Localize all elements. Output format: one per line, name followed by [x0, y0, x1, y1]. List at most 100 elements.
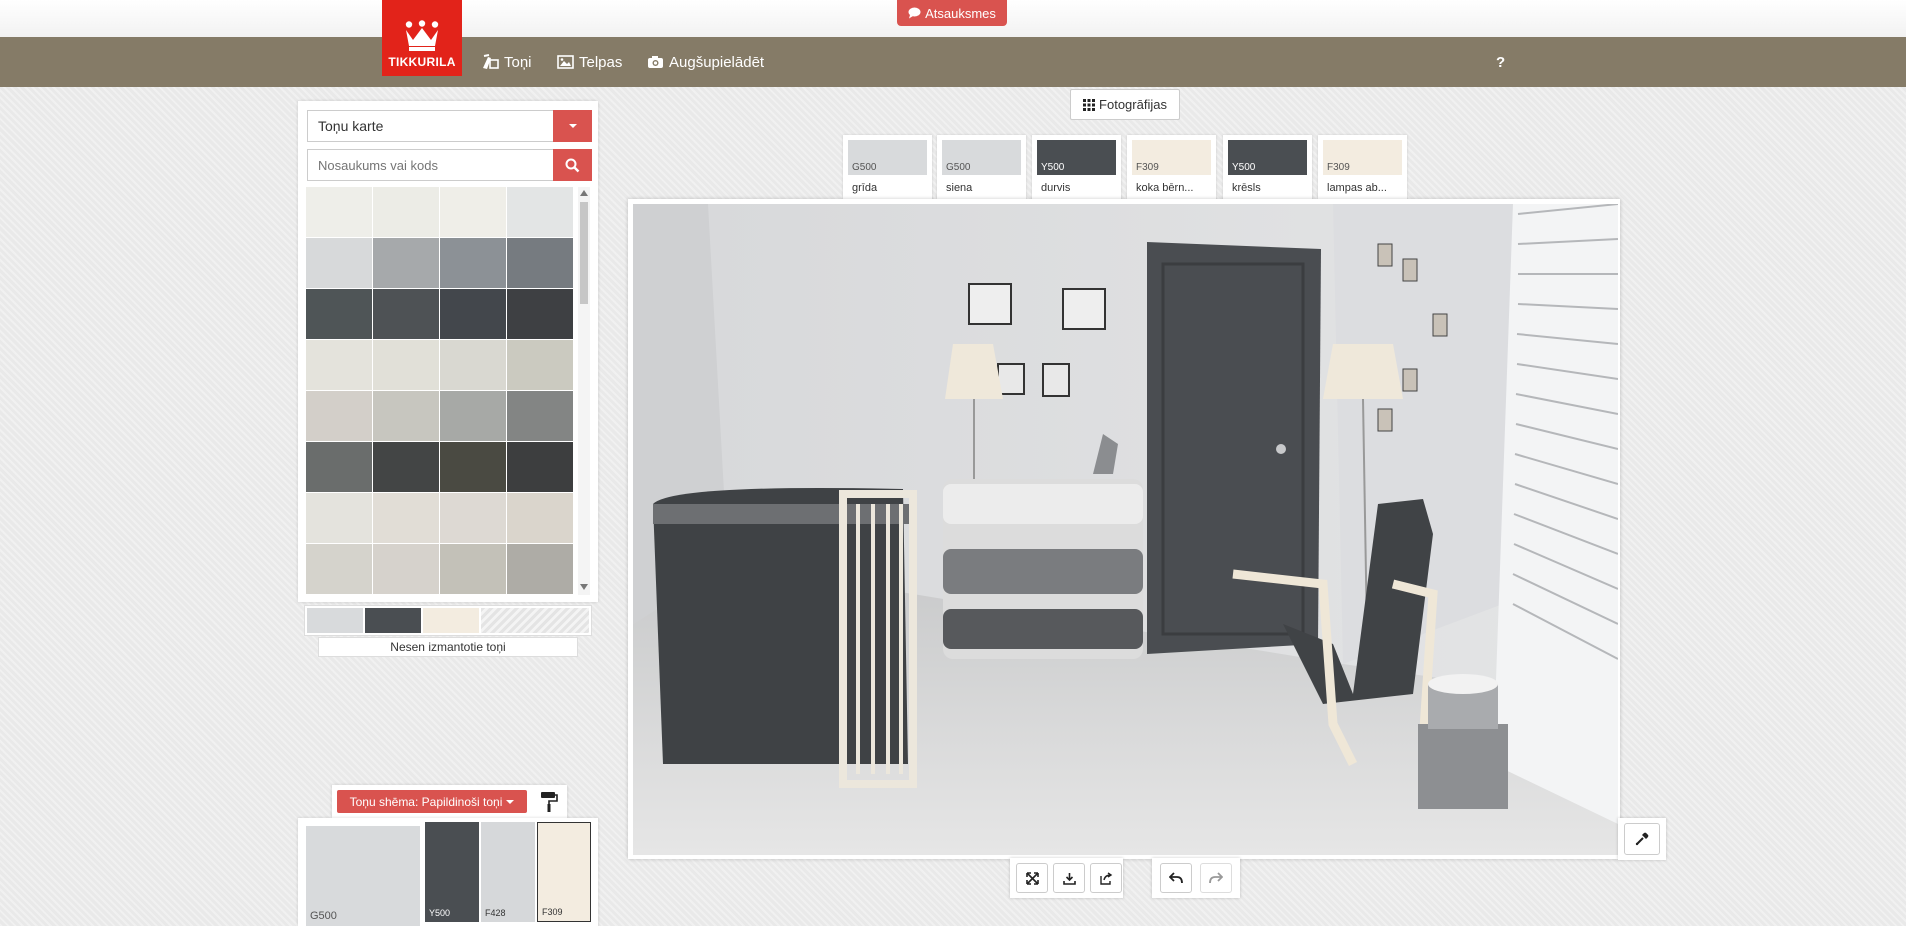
color-swatch[interactable]	[440, 442, 507, 493]
nav-upload[interactable]: Augšupielādēt	[647, 37, 764, 87]
recent-color-swatch[interactable]	[423, 608, 479, 633]
main-navbar	[0, 37, 1906, 87]
scheme-swatch-code: G500	[310, 910, 337, 922]
color-swatch[interactable]	[507, 544, 574, 595]
color-swatch[interactable]	[373, 238, 440, 289]
nav-upload-label: Augšupielādēt	[669, 53, 765, 71]
color-swatch[interactable]	[440, 238, 507, 289]
color-swatch[interactable]	[373, 289, 440, 340]
room-photo[interactable]	[633, 204, 1618, 855]
help-button[interactable]: ?	[1496, 37, 1505, 87]
scheme-swatch-2[interactable]: Y500	[425, 822, 479, 922]
color-swatch[interactable]	[306, 391, 373, 442]
color-search-input[interactable]	[307, 149, 553, 181]
surface-chair[interactable]: Y500 krēsls	[1223, 135, 1312, 202]
color-swatch[interactable]	[306, 340, 373, 391]
paint-roller-button[interactable]	[536, 789, 562, 815]
color-swatch[interactable]	[306, 289, 373, 340]
color-swatch[interactable]	[306, 442, 373, 493]
nav-toni-label: Toņi	[504, 53, 532, 71]
color-swatch[interactable]	[507, 238, 574, 289]
undo-icon	[1169, 872, 1183, 884]
scrollbar-thumb[interactable]	[580, 202, 588, 304]
color-chart-select[interactable]: Toņu karte	[307, 110, 553, 142]
scheme-swatch-4[interactable]: F309	[537, 822, 591, 922]
nav-telpas-label: Telpas	[579, 53, 623, 71]
scheme-swatch-1[interactable]: G500	[306, 826, 420, 926]
surface-door[interactable]: Y500 durvis	[1032, 135, 1121, 202]
download-button[interactable]	[1053, 863, 1085, 893]
color-swatch[interactable]	[373, 391, 440, 442]
feedback-button[interactable]: Atsauksmes	[897, 0, 1007, 26]
undo-button[interactable]	[1160, 863, 1192, 893]
color-swatch[interactable]	[507, 391, 574, 442]
recent-color-swatch[interactable]	[365, 608, 421, 633]
nav-toni[interactable]: Toņi	[481, 37, 532, 87]
color-chart-dropdown-button[interactable]	[553, 110, 592, 142]
recent-colors-bar	[304, 605, 592, 636]
surface-name: durvis	[1041, 182, 1071, 194]
surface-name: siena	[946, 182, 973, 194]
color-swatch[interactable]	[507, 340, 574, 391]
color-swatch[interactable]	[507, 289, 574, 340]
surface-wall[interactable]: G500 siena	[937, 135, 1026, 202]
color-chart-select-value: Toņu karte	[318, 118, 384, 134]
recent-color-swatch[interactable]	[307, 608, 363, 633]
color-swatch[interactable]	[440, 391, 507, 442]
color-swatch[interactable]	[306, 238, 373, 289]
color-swatch[interactable]	[507, 442, 574, 493]
paint-icon	[483, 54, 499, 69]
caret-down-icon	[506, 799, 515, 804]
tikkurila-logo[interactable]: TIKKURILA	[382, 0, 462, 76]
color-swatch[interactable]	[440, 289, 507, 340]
share-button[interactable]	[1090, 863, 1122, 893]
scroll-down-icon[interactable]	[580, 584, 588, 590]
share-icon	[1099, 871, 1112, 885]
color-swatch[interactable]	[440, 493, 507, 544]
surface-code: Y500	[1232, 162, 1256, 173]
color-swatch[interactable]	[440, 340, 507, 391]
color-swatch[interactable]	[373, 493, 440, 544]
camera-icon	[648, 56, 663, 68]
scheme-swatch-3[interactable]: F428	[481, 822, 535, 922]
surface-code: Y500	[1041, 162, 1065, 173]
color-swatch[interactable]	[373, 187, 440, 238]
surface-code: F309	[1136, 162, 1159, 173]
color-swatch[interactable]	[373, 442, 440, 493]
surface-name: grīda	[852, 182, 878, 194]
surface-crib[interactable]: F309 koka bērn...	[1127, 135, 1216, 202]
recent-colors-label: Nesen izmantotie toņi	[318, 637, 578, 657]
surface-lampshade[interactable]: F309 lampas ab...	[1318, 135, 1407, 202]
photos-tab[interactable]: Fotogrāfijas	[1070, 89, 1180, 120]
color-swatch[interactable]	[306, 187, 373, 238]
help-label: ?	[1496, 53, 1506, 71]
surface-floor[interactable]: G500 grīda	[843, 135, 932, 202]
color-swatch[interactable]	[440, 544, 507, 595]
color-swatch[interactable]	[373, 544, 440, 595]
surface-code: G500	[852, 162, 877, 173]
eyedropper-button[interactable]	[1624, 823, 1660, 855]
surface-swatch: G500	[942, 140, 1021, 175]
color-swatch[interactable]	[440, 187, 507, 238]
scroll-up-icon[interactable]	[580, 190, 588, 196]
color-swatch[interactable]	[306, 544, 373, 595]
image-icon	[557, 55, 574, 69]
paint-roller-icon	[541, 792, 558, 812]
download-icon	[1062, 872, 1076, 885]
color-swatch[interactable]	[373, 340, 440, 391]
color-scheme-button[interactable]: Toņu shēma: Papildinoši toņi	[337, 790, 527, 813]
fullscreen-button[interactable]	[1016, 863, 1048, 893]
color-swatch[interactable]	[507, 187, 574, 238]
surface-swatch: G500	[848, 140, 927, 175]
eyedropper-icon	[1635, 832, 1649, 846]
surface-code: F309	[1327, 162, 1350, 173]
scheme-swatch-code: F428	[485, 908, 506, 918]
room-illustration	[633, 204, 1618, 855]
color-swatch[interactable]	[306, 493, 373, 544]
redo-button[interactable]	[1200, 863, 1232, 893]
color-swatch[interactable]	[507, 493, 574, 544]
feedback-label: Atsauksmes	[925, 5, 996, 21]
nav-telpas[interactable]: Telpas	[557, 37, 622, 87]
scheme-swatch-code: Y500	[429, 908, 451, 918]
search-button[interactable]	[553, 149, 592, 181]
